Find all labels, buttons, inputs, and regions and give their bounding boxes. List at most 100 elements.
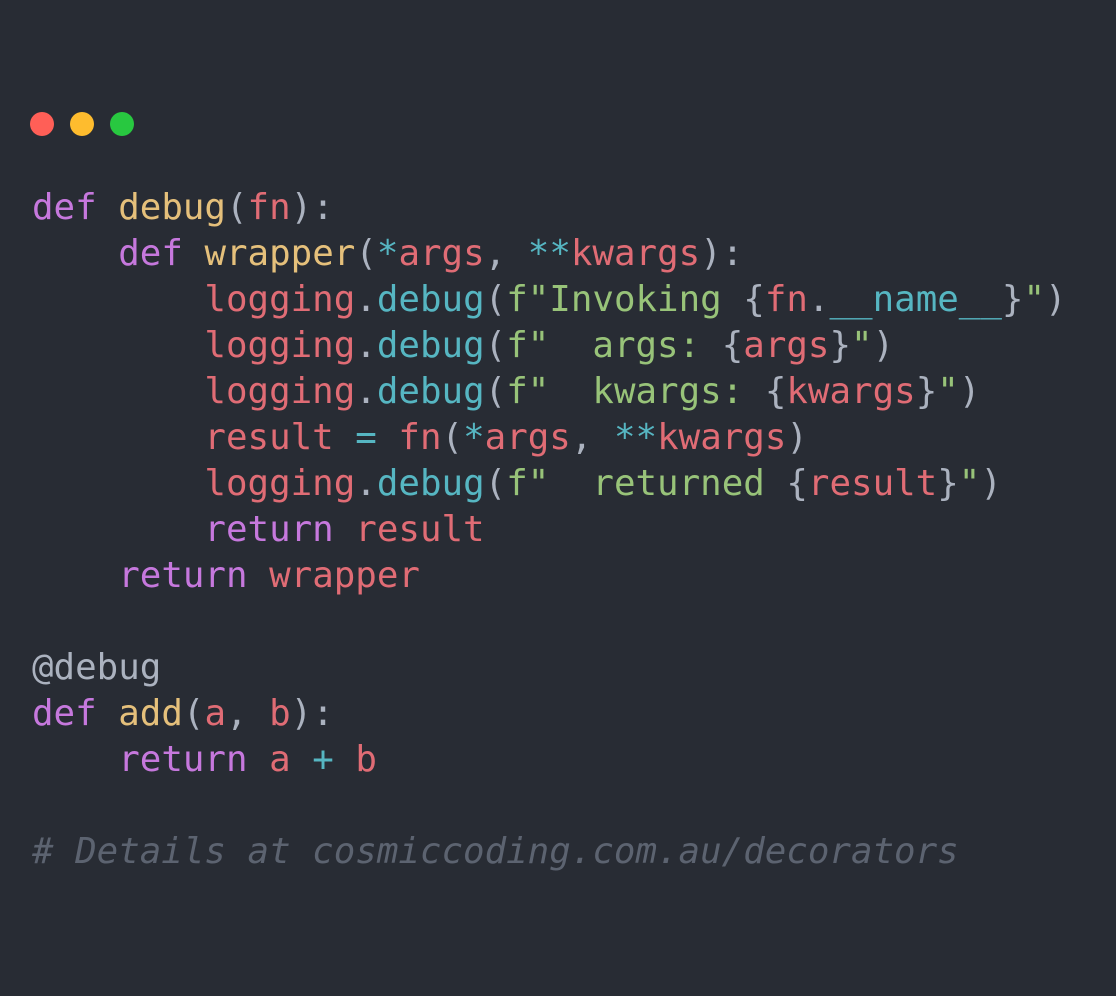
code-token-kw: return: [204, 509, 334, 550]
code-token-var: logging: [204, 371, 356, 412]
code-token-punc: .: [355, 325, 377, 366]
code-token-punc: [183, 233, 205, 274]
code-token-str: ": [1023, 279, 1046, 320]
code-token-punc: ):: [290, 693, 334, 734]
code-token-punc: [32, 417, 204, 458]
code-token-var: wrapper: [269, 555, 420, 596]
code-token-punc: [334, 509, 356, 550]
code-token-str: f"Invoking: [506, 279, 744, 320]
code-token-punc: [32, 279, 204, 320]
code-line: # Details at cosmiccoding.com.au/decorat…: [32, 829, 1067, 875]
code-token-punc: (: [484, 279, 507, 320]
code-token-op: *: [376, 233, 399, 274]
code-token-punc: (: [355, 233, 377, 274]
code-token-punc: {: [764, 371, 787, 412]
code-token-punc: [248, 739, 270, 780]
code-token-punc: ,: [484, 233, 528, 274]
code-token-str: ": [851, 325, 873, 366]
code-token-var: args: [743, 325, 830, 366]
code-token-punc: [97, 693, 119, 734]
code-token-param: b: [269, 693, 291, 734]
code-line: result = fn(*args, **kwargs): [32, 415, 1067, 461]
code-token-punc: [334, 417, 356, 458]
code-token-op: **: [527, 233, 571, 274]
code-token-punc: [97, 187, 119, 228]
code-token-var: fn: [764, 279, 808, 320]
code-token-punc: ): [872, 325, 895, 366]
code-line: def add(a, b):: [32, 691, 1067, 737]
code-line: logging.debug(f" returned {result}"): [32, 461, 1067, 507]
code-token-meth: debug: [376, 325, 485, 366]
code-token-punc: ): [958, 371, 981, 412]
code-token-str: f" returned: [506, 463, 787, 504]
code-token-punc: {: [786, 463, 808, 504]
code-token-meth: __name__: [829, 279, 1002, 320]
minimize-window-button[interactable]: [70, 112, 94, 136]
code-token-param: kwargs: [570, 233, 701, 274]
code-token-punc: {: [721, 325, 744, 366]
code-token-kw: def: [32, 693, 97, 734]
code-token-var: a: [269, 739, 291, 780]
code-token-punc: .: [355, 463, 377, 504]
code-token-op: *: [463, 417, 485, 458]
code-token-punc: .: [355, 371, 377, 412]
code-token-var: kwargs: [657, 417, 787, 458]
code-token-punc: (: [441, 417, 464, 458]
code-token-punc: [32, 325, 204, 366]
code-token-var: logging: [204, 463, 356, 504]
code-token-punc: [32, 509, 204, 550]
code-token-punc: ):: [290, 187, 334, 228]
code-token-param: args: [398, 233, 485, 274]
code-token-punc: [291, 739, 313, 780]
code-line: logging.debug(f" args: {args}"): [32, 323, 1067, 369]
code-token-str: ": [958, 463, 981, 504]
close-window-button[interactable]: [30, 112, 54, 136]
code-token-op: +: [312, 739, 334, 780]
code-token-punc: [32, 739, 118, 780]
code-token-punc: [248, 555, 270, 596]
code-token-punc: (: [484, 325, 507, 366]
code-token-param: a: [204, 693, 226, 734]
code-window: def debug(fn): def wrapper(*args, **kwar…: [0, 0, 1116, 996]
code-line: return wrapper: [32, 553, 1067, 599]
code-token-punc: ): [1045, 279, 1067, 320]
code-line: def wrapper(*args, **kwargs):: [32, 231, 1067, 277]
code-token-punc: {: [743, 279, 765, 320]
code-token-punc: ):: [700, 233, 744, 274]
code-line: @debug: [32, 645, 1067, 691]
code-token-deco: @debug: [32, 647, 162, 688]
code-line: logging.debug(f"Invoking {fn.__name__}"): [32, 277, 1067, 323]
code-token-var: b: [355, 739, 377, 780]
code-token-punc: [32, 371, 204, 412]
zoom-window-button[interactable]: [110, 112, 134, 136]
code-token-punc: (: [484, 371, 507, 412]
code-token-punc: .: [807, 279, 830, 320]
code-token-punc: (: [484, 463, 507, 504]
code-token-punc: (: [182, 693, 205, 734]
code-token-var: args: [484, 417, 571, 458]
code-token-punc: ,: [226, 693, 270, 734]
code-line: return a + b: [32, 737, 1067, 783]
code-token-fnname: debug: [118, 187, 226, 228]
code-token-punc: [32, 555, 118, 596]
code-token-var: result: [204, 417, 334, 458]
code-block: def debug(fn): def wrapper(*args, **kwar…: [32, 185, 1067, 875]
code-token-var: result: [355, 509, 485, 550]
code-token-comment: # Details at cosmiccoding.com.au/decorat…: [32, 831, 959, 872]
code-token-punc: }: [829, 325, 852, 366]
code-token-op: **: [613, 417, 658, 458]
code-token-punc: .: [355, 279, 377, 320]
code-token-var: logging: [204, 325, 356, 366]
code-token-var: kwargs: [786, 371, 916, 412]
code-token-str: f" kwargs:: [506, 371, 765, 412]
code-token-punc: [377, 417, 399, 458]
code-token-fnname: add: [118, 693, 183, 734]
code-line: def debug(fn):: [32, 185, 1067, 231]
code-token-str: f" args:: [506, 325, 722, 366]
code-token-punc: ,: [570, 417, 614, 458]
code-token-punc: }: [915, 371, 938, 412]
code-token-punc: ): [980, 463, 1002, 504]
code-token-var: result: [807, 463, 938, 504]
code-token-meth: debug: [376, 371, 485, 412]
code-line: return result: [32, 507, 1067, 553]
